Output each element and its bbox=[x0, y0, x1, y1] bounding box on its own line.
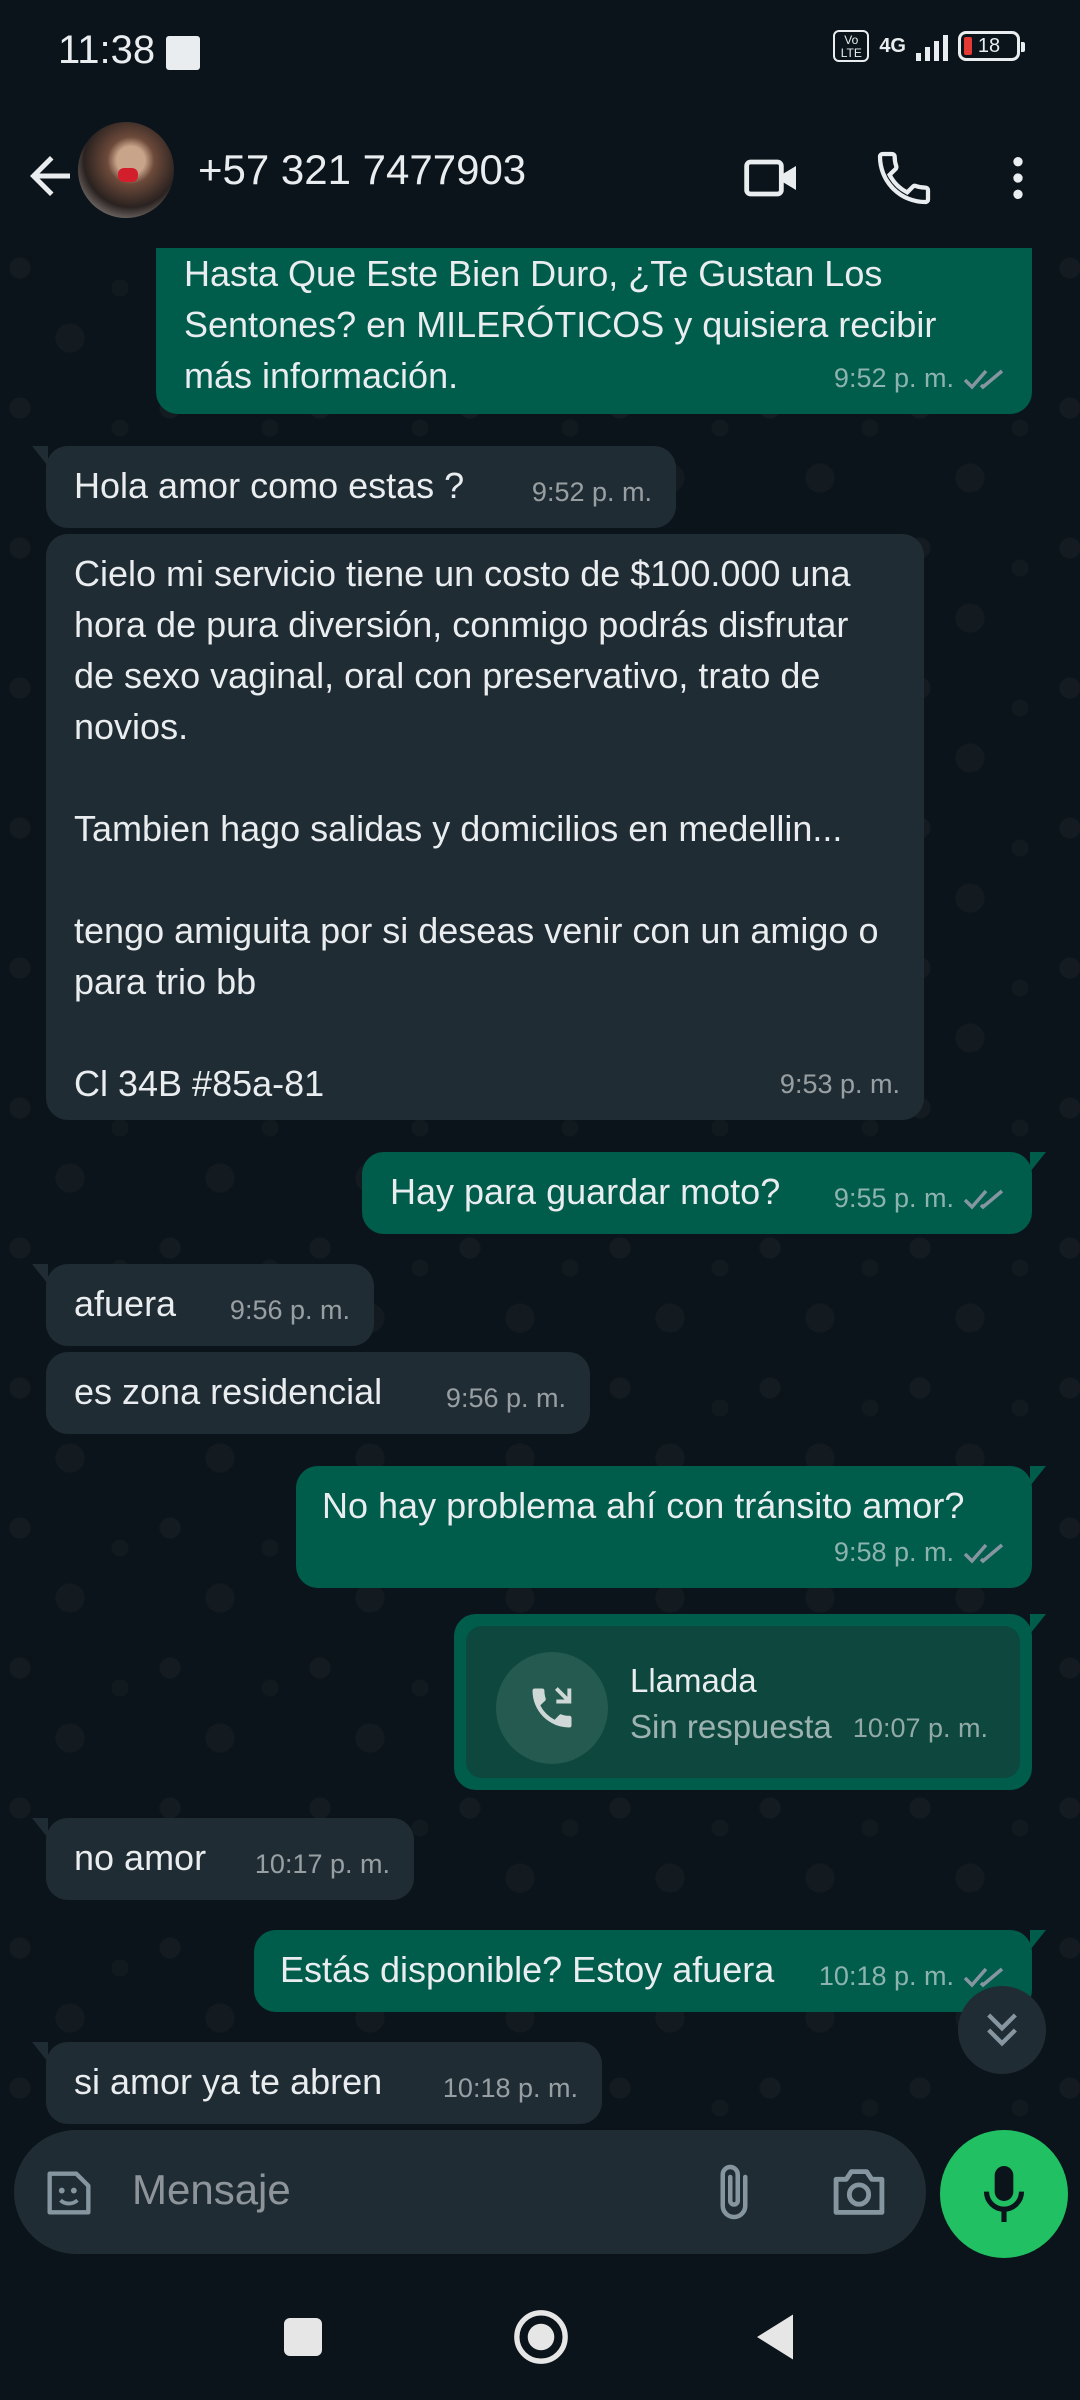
mic-button[interactable] bbox=[940, 2130, 1068, 2258]
message-bubble-outgoing[interactable]: Hay para guardar moto? 9:55 p. m. bbox=[362, 1152, 1046, 1234]
message-bubble-incoming[interactable]: Hola amor como estas ? 9:52 p. m. bbox=[32, 446, 676, 528]
message-time: 10:18 p. m. bbox=[818, 1961, 954, 1991]
message-bubble-outgoing[interactable]: No hay problema ahí con tránsito amor? 9… bbox=[296, 1466, 1046, 1588]
notification-icon bbox=[166, 36, 200, 70]
back-arrow-icon[interactable] bbox=[20, 146, 80, 206]
message-composer[interactable]: Mensaje bbox=[14, 2130, 926, 2254]
scroll-down-icon bbox=[987, 2013, 1017, 2047]
message-text: No hay problema ahí con tránsito amor? bbox=[322, 1485, 965, 1526]
call-title: Llamada bbox=[630, 1662, 757, 1699]
sticker-icon[interactable] bbox=[40, 2164, 98, 2222]
message-meta: 9:53 p. m. bbox=[780, 1059, 900, 1110]
status-time: 11:38 bbox=[58, 28, 156, 72]
network-type: 4G bbox=[879, 34, 906, 57]
attach-icon[interactable] bbox=[704, 2160, 764, 2224]
message-time: 9:56 p. m. bbox=[229, 1295, 350, 1325]
message-time: 9:55 p. m. bbox=[833, 1183, 954, 1213]
message-time: 9:52 p. m. bbox=[833, 363, 954, 393]
battery-level: 18 bbox=[977, 34, 1001, 57]
double-check-icon bbox=[963, 1543, 1004, 1564]
message-time: 9:58 p. m. bbox=[833, 1537, 954, 1567]
message-meta: 10:18 p. m. bbox=[443, 2063, 578, 2114]
back-button[interactable] bbox=[752, 2310, 798, 2364]
double-check-icon bbox=[963, 369, 1004, 390]
message-text: Cielo mi servicio tiene un costo de $100… bbox=[74, 553, 879, 1104]
system-nav-bar bbox=[0, 2270, 1080, 2400]
volte-icon: Vo LTE bbox=[833, 30, 870, 62]
message-meta: 9:56 p. m. bbox=[446, 1373, 566, 1424]
message-bubble-incoming[interactable]: es zona residencial 9:56 p. m. bbox=[46, 1352, 590, 1434]
phone-icon[interactable] bbox=[872, 146, 936, 210]
message-time: 9:56 p. m. bbox=[445, 1383, 566, 1413]
recents-button[interactable] bbox=[284, 2318, 322, 2356]
message-time: 10:17 p. m. bbox=[254, 1849, 390, 1879]
missed-call-icon bbox=[532, 1687, 572, 1728]
chat-area[interactable]: Hasta Que Este Bien Duro, ¿Te Gustan Los… bbox=[0, 248, 1080, 2128]
call-status: Sin respuesta bbox=[630, 1708, 832, 1745]
message-time: 10:18 p. m. bbox=[442, 2073, 578, 2103]
message-bubble-incoming[interactable]: no amor 10:17 p. m. bbox=[32, 1818, 414, 1900]
avatar[interactable] bbox=[78, 122, 174, 218]
message-bubble-incoming[interactable]: afuera 9:56 p. m. bbox=[32, 1264, 374, 1346]
contact-name[interactable]: +57 321 7477903 bbox=[198, 146, 526, 194]
call-icon-circle bbox=[496, 1652, 608, 1764]
message-meta: 9:58 p. m. bbox=[834, 1527, 1008, 1578]
camera-icon[interactable] bbox=[828, 2164, 890, 2220]
scroll-down-button[interactable] bbox=[958, 1986, 1046, 2074]
more-options-icon[interactable] bbox=[990, 146, 1046, 210]
status-bar: 11:38 Vo LTE 4G 18 bbox=[0, 0, 1080, 110]
message-time: 9:53 p. m. bbox=[779, 1069, 900, 1099]
message-bubble-outgoing[interactable]: Hasta Que Este Bien Duro, ¿Te Gustan Los… bbox=[156, 248, 1032, 414]
message-input[interactable]: Mensaje bbox=[132, 2166, 291, 2214]
message-meta: 10:17 p. m. bbox=[255, 1839, 390, 1890]
signal-icon bbox=[916, 31, 948, 61]
message-bubble-incoming[interactable]: si amor ya te abren 10:18 p. m. bbox=[32, 2042, 602, 2124]
mic-icon bbox=[983, 2166, 1025, 2222]
chat-header: +57 321 7477903 bbox=[0, 110, 1080, 248]
call-time: 10:07 p. m. bbox=[852, 1713, 988, 1743]
double-check-icon bbox=[963, 1189, 1004, 1210]
message-bubble-outgoing[interactable]: Estás disponible? Estoy afuera 10:18 p. … bbox=[254, 1930, 1046, 2012]
call-bubble[interactable]: Llamada Sin respuesta 10:07 p. m. bbox=[454, 1614, 1046, 1790]
message-meta: 9:56 p. m. bbox=[230, 1285, 350, 1336]
message-bubble-incoming[interactable]: Cielo mi servicio tiene un costo de $100… bbox=[46, 534, 924, 1120]
status-icons: Vo LTE 4G 18 bbox=[833, 30, 1025, 62]
call-card: Llamada Sin respuesta 10:07 p. m. bbox=[466, 1626, 1020, 1778]
home-button[interactable] bbox=[512, 2308, 570, 2366]
message-time: 9:52 p. m. bbox=[531, 477, 652, 507]
message-meta: 9:55 p. m. bbox=[834, 1173, 1008, 1224]
message-meta: 9:52 p. m. bbox=[532, 467, 652, 518]
battery-icon: 18 bbox=[958, 31, 1025, 61]
video-call-icon[interactable] bbox=[740, 146, 804, 210]
message-meta: 9:52 p. m. bbox=[834, 353, 1008, 404]
